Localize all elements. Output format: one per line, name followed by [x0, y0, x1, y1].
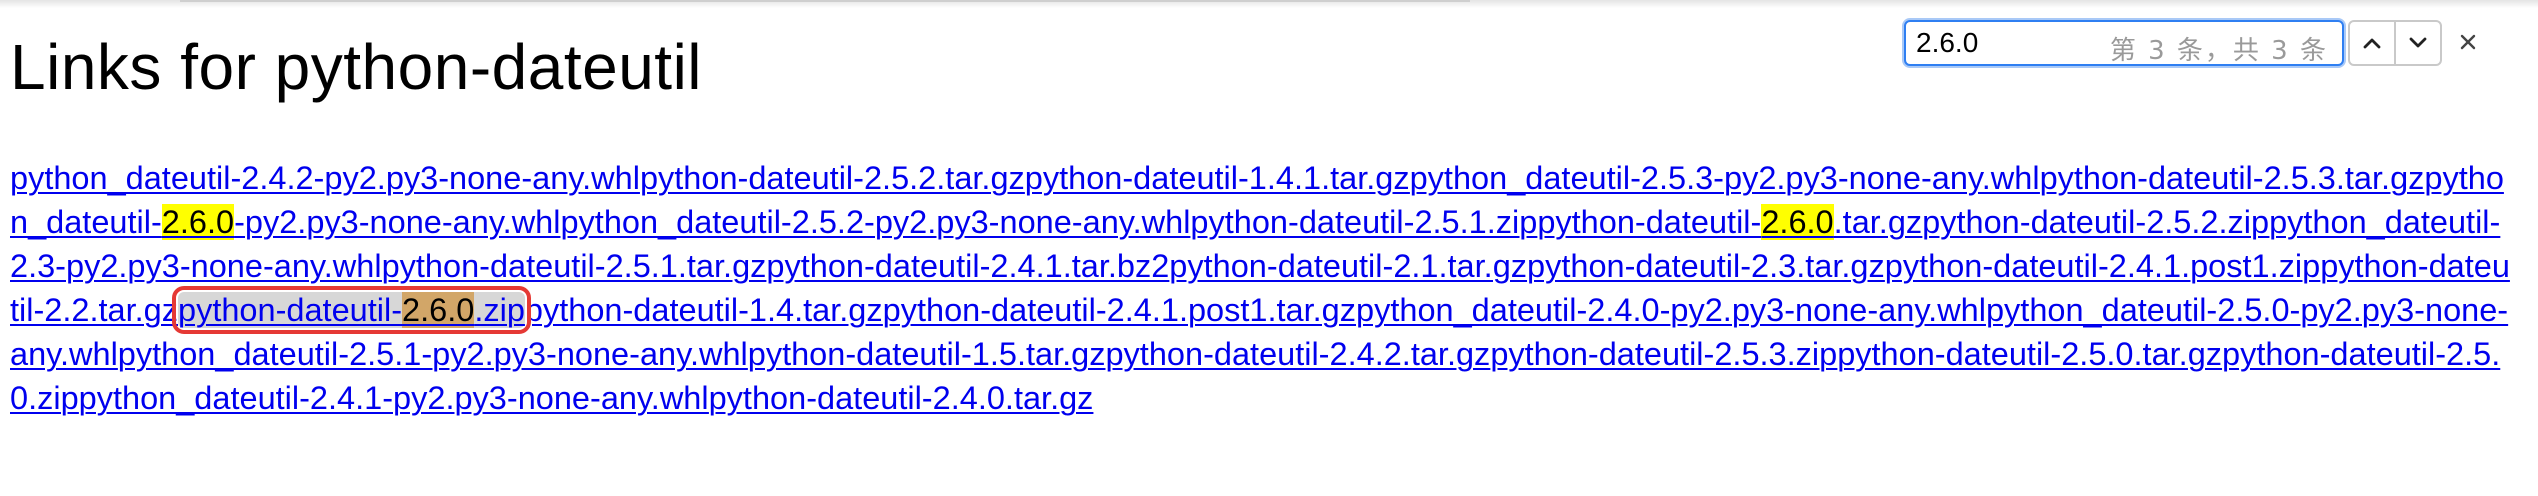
- file-link[interactable]: python_dateutil-2.4.1-py2.py3-none-any.w…: [79, 380, 709, 416]
- link-text: python-dateutil-2.5.3.tar.gz: [2039, 160, 2425, 196]
- file-link[interactable]: python-dateutil-2.4.1.tar.bz2: [766, 248, 1169, 284]
- link-text: python-dateutil-1.4.tar.gz: [524, 292, 883, 328]
- file-link[interactable]: python_dateutil-2.5.2-py2.py3-none-any.w…: [560, 204, 1190, 240]
- file-link[interactable]: python-dateutil-2.3.tar.gz: [1527, 248, 1885, 284]
- file-link[interactable]: python-dateutil-2.5.2.tar.gz: [640, 160, 1025, 196]
- file-link[interactable]: python-dateutil-2.5.2.zip: [1922, 204, 2269, 240]
- link-text: python-dateutil-: [178, 292, 403, 328]
- link-text: python-dateutil-2.4.1.post1.tar.gz: [882, 292, 1357, 328]
- link-text: python-dateutil-1.4.1.tar.gz: [1024, 160, 1410, 196]
- tab-strip-edge: [180, 0, 1470, 2]
- file-link[interactable]: python-dateutil-2.4.0.tar.gz: [709, 380, 1094, 416]
- file-link[interactable]: python_dateutil-2.5.3-py2.py3-none-any.w…: [1410, 160, 2040, 196]
- link-text: python-dateutil-2.5.2.zip: [1922, 204, 2270, 240]
- find-close-button[interactable]: [2450, 24, 2486, 60]
- find-input[interactable]: [1916, 26, 2116, 60]
- find-next-button[interactable]: [2394, 22, 2440, 64]
- file-link[interactable]: python-dateutil-2.5.1.tar.gz: [382, 248, 767, 284]
- file-link[interactable]: python-dateutil-2.1.tar.gz: [1169, 248, 1527, 284]
- close-icon: [2460, 34, 2476, 50]
- browser-top-edge: [0, 0, 2538, 8]
- find-previous-button[interactable]: [2350, 22, 2394, 64]
- link-text: python_dateutil-2.5.2-py2.py3-none-any.w…: [560, 204, 1191, 240]
- file-link[interactable]: python-dateutil-1.5.tar.gz: [748, 336, 1106, 372]
- link-list: python_dateutil-2.4.2-py2.py3-none-any.w…: [10, 156, 2510, 420]
- link-text: python-dateutil-2.4.1.tar.bz2: [766, 248, 1170, 284]
- link-text: python_dateutil-2.4.2-py2.py3-none-any.w…: [10, 160, 640, 196]
- find-input-box[interactable]: 第 3 条，共 3 条: [1904, 20, 2344, 66]
- file-link[interactable]: python-dateutil-2.4.2.tar.gz: [1105, 336, 1490, 372]
- link-text: python-dateutil-2.4.0.tar.gz: [708, 380, 1094, 416]
- search-match-highlight: 2.6.0: [402, 292, 475, 328]
- file-link[interactable]: python-dateutil-2.5.1.zip: [1190, 204, 1537, 240]
- file-link[interactable]: python-dateutil-1.4.1.tar.gz: [1025, 160, 1410, 196]
- file-link[interactable]: python-dateutil-2.4.1.post1.zip: [1885, 248, 2320, 284]
- link-text: python_dateutil-2.5.3-py2.py3-none-any.w…: [1409, 160, 2040, 196]
- link-text: python_dateutil-2.4.1-py2.py3-none-any.w…: [78, 380, 709, 416]
- link-text: python-dateutil-: [1537, 204, 1762, 240]
- search-match-highlight: 2.6.0: [1761, 204, 1834, 240]
- search-match-highlight: 2.6.0: [161, 204, 235, 240]
- file-link[interactable]: python-dateutil-2.6.0.tar.gz: [1537, 204, 1922, 240]
- link-text: python-dateutil-2.4.1.post1.zip: [1884, 248, 2321, 284]
- link-text: -py2.py3-none-any.whl: [234, 204, 561, 240]
- link-text: python-dateutil-1.5.tar.gz: [747, 336, 1106, 372]
- link-text: python-dateutil-2.5.1.zip: [1190, 204, 1538, 240]
- file-link[interactable]: python-dateutil-2.5.0.tar.gz: [1837, 336, 2222, 372]
- link-text: python-dateutil-2.5.3.zip: [1490, 336, 1838, 372]
- page-title: Links for python-dateutil: [10, 31, 702, 103]
- file-link[interactable]: python-dateutil-2.5.3.zip: [1490, 336, 1837, 372]
- link-text: python-dateutil-2.4.2.tar.gz: [1105, 336, 1491, 372]
- link-text: python_dateutil-2.4.0-py2.py3-none-any.w…: [1356, 292, 1986, 328]
- file-link-active-match[interactable]: python-dateutil-2.6.0.zip: [172, 286, 531, 334]
- file-link[interactable]: python_dateutil-2.4.2-py2.py3-none-any.w…: [10, 160, 640, 196]
- link-text: python_dateutil-2.5.1-py2.py3-none-any.w…: [117, 336, 748, 372]
- link-text: .zip: [474, 292, 525, 328]
- find-result-count: 第 3 条，共 3 条: [2109, 36, 2328, 66]
- link-text: .tar.gz: [1833, 204, 1923, 240]
- file-link[interactable]: python_dateutil-2.4.0-py2.py3-none-any.w…: [1356, 292, 1986, 328]
- link-text: python-dateutil-2.5.0.tar.gz: [1837, 336, 2223, 372]
- file-link[interactable]: python-dateutil-2.5.3.tar.gz: [2040, 160, 2425, 196]
- file-link[interactable]: python-dateutil-1.4.tar.gz: [525, 292, 883, 328]
- find-nav-group: [2348, 20, 2442, 66]
- link-text: python-dateutil-2.5.2.tar.gz: [639, 160, 1025, 196]
- chevron-down-icon: [2409, 37, 2427, 48]
- file-link[interactable]: python_dateutil-2.5.1-py2.py3-none-any.w…: [118, 336, 748, 372]
- link-text: python-dateutil-2.1.tar.gz: [1169, 248, 1528, 284]
- chevron-up-icon: [2363, 38, 2381, 49]
- find-bar: 第 3 条，共 3 条: [1904, 14, 2476, 74]
- file-link[interactable]: python-dateutil-2.4.1.post1.tar.gz: [883, 292, 1356, 328]
- link-text: python-dateutil-2.3.tar.gz: [1527, 248, 1885, 284]
- link-text: python-dateutil-2.5.1.tar.gz: [381, 248, 767, 284]
